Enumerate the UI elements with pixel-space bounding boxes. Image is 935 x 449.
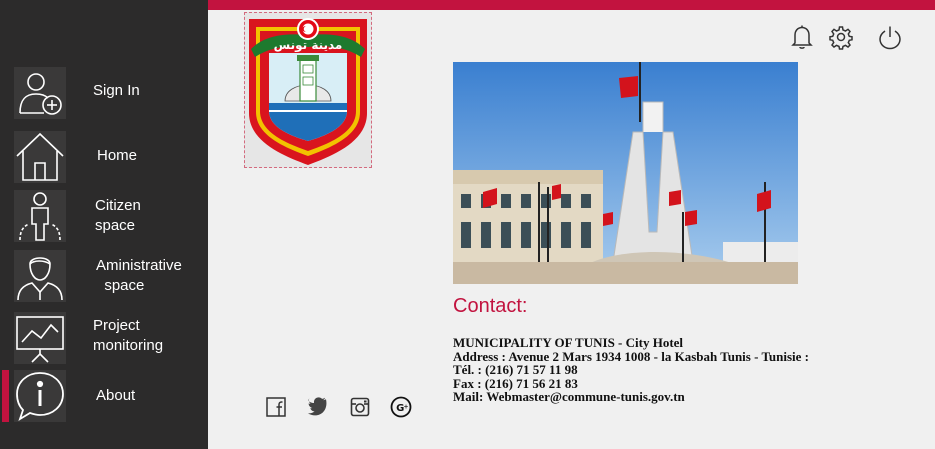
citizen-icon bbox=[14, 190, 66, 242]
instagram-icon[interactable] bbox=[349, 396, 371, 418]
contact-details: MUNICIPALITY OF TUNIS - City Hotel Addre… bbox=[453, 336, 809, 404]
sidebar-item-citizen-space[interactable]: Citizen space bbox=[0, 190, 208, 242]
twitter-icon[interactable] bbox=[307, 396, 329, 418]
sidebar-item-label: Home bbox=[97, 147, 138, 164]
svg-text:+: + bbox=[403, 404, 408, 411]
presentation-chart-icon bbox=[14, 312, 66, 364]
sidebar: Sign In Home Citizen space Aministrative… bbox=[0, 0, 208, 449]
bell-icon[interactable] bbox=[790, 24, 814, 50]
kasbah-square-monument-photo bbox=[453, 62, 798, 284]
contact-email[interactable]: Mail: Webmaster@commune-tunis.gov.tn bbox=[453, 390, 809, 404]
contact-fax: Fax : (216) 71 56 21 83 bbox=[453, 375, 578, 391]
contact-organization: MUNICIPALITY OF TUNIS - City Hotel bbox=[453, 335, 684, 350]
facebook-icon[interactable] bbox=[265, 396, 287, 418]
sidebar-item-home[interactable]: Home bbox=[0, 131, 208, 183]
home-icon bbox=[14, 131, 66, 183]
sidebar-item-about[interactable]: About bbox=[0, 370, 208, 422]
contact-address: Address : Avenue 2 Mars 1934 1008 - la K… bbox=[453, 348, 810, 364]
google-plus-icon[interactable]: G + bbox=[390, 396, 412, 418]
contact-phone: Tél. : (216) 71 57 11 98 bbox=[453, 362, 578, 377]
sidebar-item-label: About bbox=[96, 387, 136, 404]
sidebar-item-label: Aministrative space bbox=[96, 257, 182, 294]
user-add-icon bbox=[14, 67, 66, 119]
sidebar-item-label: Project monitoring bbox=[93, 317, 164, 354]
top-accent-bar bbox=[208, 0, 935, 10]
sidebar-item-label: Sign In bbox=[93, 82, 140, 99]
sidebar-item-sign-in[interactable]: Sign In bbox=[0, 66, 208, 119]
administrative-person-icon bbox=[14, 250, 66, 302]
contact-title: Contact: bbox=[453, 295, 528, 317]
power-icon[interactable] bbox=[878, 24, 902, 50]
sidebar-item-administrative-space[interactable]: Aministrative space bbox=[0, 250, 208, 302]
gear-icon[interactable] bbox=[829, 24, 853, 50]
info-speech-bubble-icon bbox=[14, 370, 66, 422]
svg-text:مدينة تونس: مدينة تونس bbox=[274, 38, 343, 53]
city-emblem: مدينة تونس bbox=[244, 12, 372, 168]
sidebar-item-project-monitoring[interactable]: Project monitoring bbox=[0, 312, 208, 364]
sidebar-item-label: Citizen space bbox=[95, 197, 141, 234]
